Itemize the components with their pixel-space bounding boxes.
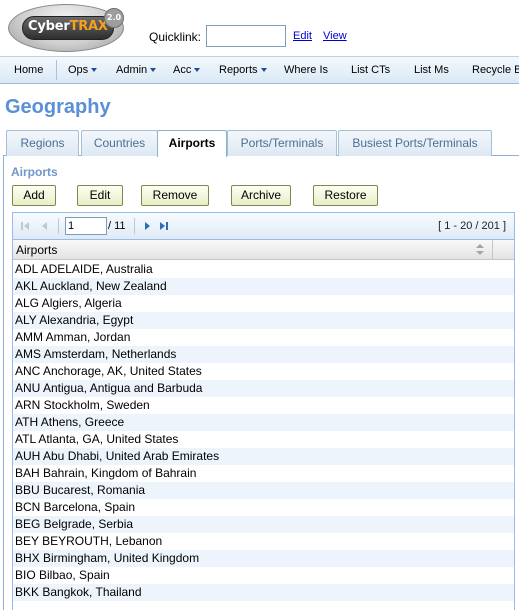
- add-button[interactable]: Add: [12, 185, 56, 206]
- pager-divider: [58, 218, 59, 234]
- airports-grid: / 11 [ 1 - 20 / 201 ] Airports ADL ADELA…: [12, 212, 515, 610]
- nav-list-cts[interactable]: List CTs: [351, 57, 390, 83]
- table-row[interactable]: ADL ADELAIDE, Australia: [13, 261, 514, 278]
- table-row[interactable]: ATL Atlanta, GA, United States: [13, 431, 514, 448]
- table-row[interactable]: ALG Algiers, Algeria: [13, 295, 514, 312]
- prev-page-icon: [42, 222, 47, 230]
- column-divider: [492, 240, 493, 260]
- table-row[interactable]: BAH Bahrain, Kingdom of Bahrain: [13, 465, 514, 482]
- quicklink-view-link[interactable]: View: [323, 30, 347, 42]
- tab-busiest-ports-terminals[interactable]: Busiest Ports/Terminals: [338, 130, 492, 156]
- nav-home[interactable]: Home: [14, 57, 43, 83]
- pager-divider: [134, 218, 135, 234]
- table-row[interactable]: BHX Birmingham, United Kingdom: [13, 550, 514, 567]
- airports-panel: Airports Add Edit Remove Archive Restore…: [3, 156, 519, 610]
- table-row[interactable]: ANU Antigua, Antigua and Barbuda: [13, 380, 514, 397]
- quicklink-label: Quicklink:: [149, 30, 202, 44]
- tab-airports[interactable]: Airports: [157, 130, 227, 157]
- table-row[interactable]: AMS Amsterdam, Netherlands: [13, 346, 514, 363]
- grid-header: Airports: [13, 240, 514, 260]
- chevron-down-icon: [194, 68, 201, 73]
- last-page-button[interactable]: [159, 221, 171, 231]
- quicklink-input[interactable]: [206, 25, 286, 47]
- page-count: / 11: [108, 220, 126, 232]
- last-page-icon: [160, 222, 165, 230]
- nav-list-ms[interactable]: List Ms: [414, 57, 449, 83]
- table-row[interactable]: BCN Barcelona, Spain: [13, 499, 514, 516]
- archive-button[interactable]: Archive: [231, 185, 291, 206]
- pager-toolbar: / 11 [ 1 - 20 / 201 ]: [13, 213, 514, 240]
- sort-icon[interactable]: [476, 244, 484, 256]
- chevron-down-icon: [91, 68, 98, 73]
- table-row[interactable]: ATH Athens, Greece: [13, 414, 514, 431]
- table-row[interactable]: AUH Abu Dhabi, United Arab Emirates: [13, 448, 514, 465]
- tab-regions[interactable]: Regions: [6, 130, 79, 156]
- logo-wordmark: CyberTRAX: [28, 19, 108, 34]
- prev-page-button[interactable]: [40, 221, 52, 231]
- grid-rows: ADL ADELAIDE, Australia AKL Auckland, Ne…: [13, 261, 514, 601]
- chevron-down-icon: [150, 68, 157, 73]
- first-page-button[interactable]: [21, 221, 33, 231]
- quicklink-edit-link[interactable]: Edit: [293, 30, 312, 42]
- tab-ports-terminals[interactable]: Ports/Terminals: [227, 130, 337, 156]
- table-row[interactable]: BBU Bucarest, Romania: [13, 482, 514, 499]
- header: CyberTRAX 2.0 Quicklink: Edit View: [0, 0, 519, 56]
- table-row[interactable]: ARN Stockholm, Sweden: [13, 397, 514, 414]
- table-row[interactable]: BEG Belgrade, Serbia: [13, 516, 514, 533]
- table-row[interactable]: BKK Bangkok, Thailand: [13, 584, 514, 601]
- nav-reports[interactable]: Reports: [219, 57, 267, 83]
- table-row[interactable]: BEY BEYROUTH, Lebanon: [13, 533, 514, 550]
- table-row[interactable]: ANC Anchorage, AK, United States: [13, 363, 514, 380]
- page-number-input[interactable]: [65, 217, 107, 235]
- next-page-icon: [145, 222, 150, 230]
- nav-acc[interactable]: Acc: [173, 57, 201, 83]
- nav-admin[interactable]: Admin: [116, 57, 157, 83]
- main-nav: Home Ops Admin Acc Reports Where Is List…: [0, 56, 519, 84]
- nav-where-is[interactable]: Where Is: [284, 57, 328, 83]
- remove-button[interactable]: Remove: [141, 185, 209, 206]
- tab-bar: Regions Countries Airports Ports/Termina…: [3, 129, 519, 157]
- table-row[interactable]: ALY Alexandria, Egypt: [13, 312, 514, 329]
- first-page-icon: [21, 222, 23, 230]
- nav-ops[interactable]: Ops: [68, 57, 98, 83]
- table-row[interactable]: AKL Auckland, New Zealand: [13, 278, 514, 295]
- cybertrax-logo[interactable]: CyberTRAX 2.0: [8, 4, 124, 52]
- tab-countries[interactable]: Countries: [81, 130, 158, 156]
- edit-button[interactable]: Edit: [77, 185, 123, 206]
- logo-version-badge: 2.0: [104, 8, 124, 28]
- nav-recycle-bin[interactable]: Recycle B: [472, 57, 519, 83]
- chevron-down-icon: [260, 68, 267, 73]
- nav-divider: [56, 60, 57, 80]
- pager-range: [ 1 - 20 / 201 ]: [438, 220, 506, 232]
- next-page-button[interactable]: [142, 221, 154, 231]
- column-header-airports[interactable]: Airports: [16, 243, 57, 257]
- table-row[interactable]: AMM Amman, Jordan: [13, 329, 514, 346]
- table-row[interactable]: BIO Bilbao, Spain: [13, 567, 514, 584]
- restore-button[interactable]: Restore: [313, 185, 378, 206]
- page-title: Geography: [5, 96, 111, 118]
- panel-title: Airports: [11, 165, 58, 179]
